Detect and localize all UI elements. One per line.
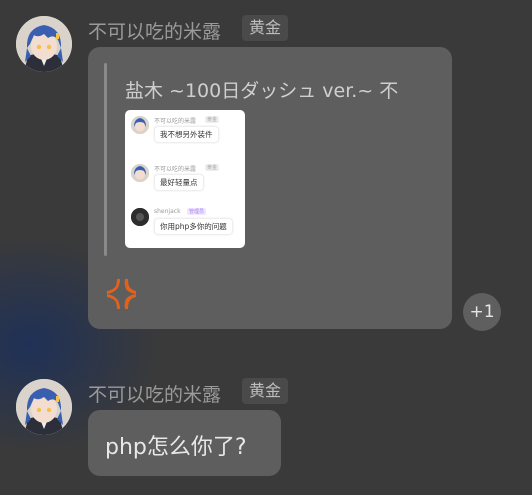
rank-badge: 黄金	[242, 15, 289, 41]
message-bubble[interactable]: 盐木 ~100日ダッシュ ver.~ 不 不可以吃的米露 黄金 我不想另外装件 …	[88, 47, 452, 329]
screenshot-message: 不可以吃的米露 黄金 我不想另外装件	[131, 116, 239, 150]
avatar	[131, 208, 149, 226]
screenshot-sender: shenjack	[154, 208, 181, 215]
quoted-screenshot[interactable]: 不可以吃的米露 黄金 我不想另外装件 不可以吃的米露 黄金 最好轻量点 shen…	[125, 110, 245, 248]
screenshot-text: 我不想另外装件	[154, 126, 219, 143]
anger-icon[interactable]	[103, 276, 139, 312]
screenshot-badge: 黄金	[205, 164, 220, 171]
avatar	[131, 164, 149, 182]
rank-badge: 黄金	[242, 378, 289, 404]
screenshot-sender: 不可以吃的米露	[154, 166, 197, 173]
quote-title[interactable]: 盐木 ~100日ダッシュ ver.~ 不	[125, 76, 398, 103]
avatar	[131, 116, 149, 134]
screenshot-message: 不可以吃的米露 黄金 最好轻量点	[131, 164, 239, 198]
screenshot-text: 最好轻量点	[154, 174, 204, 191]
avatar[interactable]	[16, 16, 72, 72]
screenshot-sender: 不可以吃的米露	[154, 118, 197, 125]
reaction-count-button[interactable]: +1	[463, 293, 501, 331]
screenshot-badge: 管理员	[187, 208, 207, 215]
avatar[interactable]	[16, 379, 72, 435]
screenshot-badge: 黄金	[205, 116, 220, 123]
quote-bar	[104, 63, 107, 256]
message-text[interactable]: php怎么你了?	[105, 429, 247, 461]
screenshot-text: 你用php多你的问题	[154, 218, 233, 235]
sender-name[interactable]: 不可以吃的米露	[88, 17, 221, 44]
screenshot-message: shenjack 管理员 你用php多你的问题	[131, 208, 239, 242]
sender-name[interactable]: 不可以吃的米露	[88, 380, 221, 407]
message-bubble[interactable]: php怎么你了?	[88, 410, 281, 476]
